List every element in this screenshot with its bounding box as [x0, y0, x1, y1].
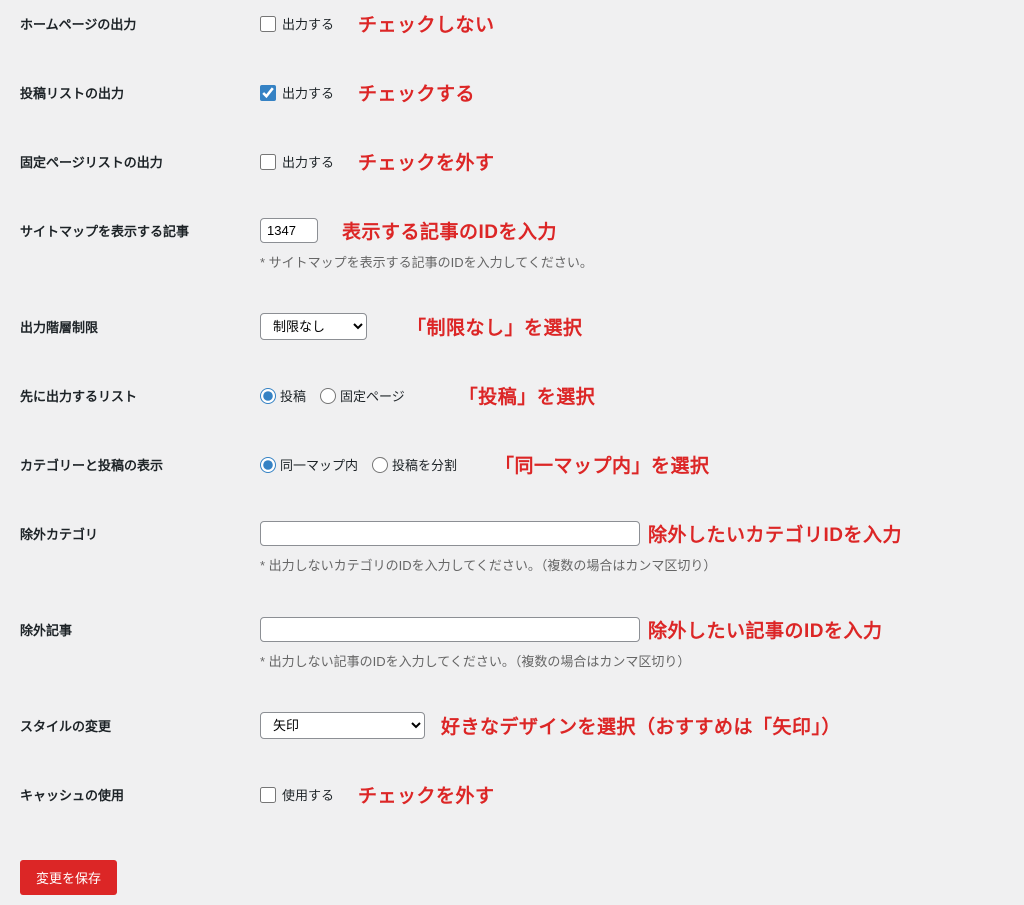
help-exclude-post: * 出力しない記事のIDを入力してください。（複数の場合はカンマ区切り） — [260, 651, 1004, 670]
save-button[interactable]: 変更を保存 — [20, 860, 117, 895]
settings-form: ホームページの出力 出力する チェックしない 投稿リストの出力 出力する チェッ… — [20, 10, 1004, 895]
help-exclude-cat: * 出力しないカテゴリのIDを入力してください。（複数の場合はカンマ区切り） — [260, 555, 1004, 574]
label-cat-post-display: カテゴリーと投稿の表示 — [20, 451, 260, 474]
label-post-list: 投稿リストの出力 — [20, 79, 260, 102]
label-cache: キャッシュの使用 — [20, 781, 260, 804]
radio-wrap-first-post[interactable]: 投稿 — [260, 386, 306, 405]
radio-split-post[interactable] — [372, 457, 388, 473]
select-depth-limit[interactable]: 制限なし — [260, 313, 367, 340]
annotation-style: 好きなデザインを選択（おすすめは「矢印」） — [441, 712, 841, 739]
annotation-sitemap-post: 表示する記事のIDを入力 — [342, 217, 557, 244]
annotation-depth-limit: 「制限なし」を選択 — [407, 313, 583, 340]
label-exclude-post: 除外記事 — [20, 616, 260, 639]
label-depth-limit: 出力階層制限 — [20, 313, 260, 336]
checkbox-homepage[interactable] — [260, 16, 276, 32]
radio-first-page[interactable] — [320, 388, 336, 404]
row-style: スタイルの変更 矢印 好きなデザインを選択（おすすめは「矢印」） — [20, 712, 1004, 739]
annotation-page-list: チェックを外す — [358, 148, 495, 175]
row-post-list: 投稿リストの出力 出力する チェックする — [20, 79, 1004, 106]
input-exclude-cat[interactable] — [260, 521, 640, 546]
checkbox-wrap-homepage[interactable]: 出力する — [260, 14, 334, 33]
row-first-list: 先に出力するリスト 投稿 固定ページ 「投稿」を選択 — [20, 382, 1004, 409]
radio-wrap-same-map[interactable]: 同一マップ内 — [260, 455, 358, 474]
row-page-list: 固定ページリストの出力 出力する チェックを外す — [20, 148, 1004, 175]
checkbox-label-post-list: 出力する — [282, 83, 334, 102]
radio-label-first-post: 投稿 — [280, 386, 306, 405]
label-homepage: ホームページの出力 — [20, 10, 260, 33]
checkbox-page-list[interactable] — [260, 154, 276, 170]
row-exclude-cat: 除外カテゴリ 除外したいカテゴリIDを入力 * 出力しないカテゴリのIDを入力し… — [20, 520, 1004, 574]
radio-first-post[interactable] — [260, 388, 276, 404]
radio-label-first-page: 固定ページ — [340, 386, 405, 405]
radio-label-split-post: 投稿を分割 — [392, 455, 457, 474]
checkbox-label-page-list: 出力する — [282, 152, 334, 171]
select-style[interactable]: 矢印 — [260, 712, 425, 739]
annotation-first-list: 「投稿」を選択 — [459, 382, 596, 409]
label-style: スタイルの変更 — [20, 712, 260, 735]
label-first-list: 先に出力するリスト — [20, 382, 260, 405]
input-sitemap-post-id[interactable] — [260, 218, 318, 243]
radio-wrap-split-post[interactable]: 投稿を分割 — [372, 455, 457, 474]
checkbox-cache[interactable] — [260, 787, 276, 803]
row-sitemap-post: サイトマップを表示する記事 表示する記事のIDを入力 * サイトマップを表示する… — [20, 217, 1004, 271]
label-exclude-cat: 除外カテゴリ — [20, 520, 260, 543]
annotation-homepage: チェックしない — [358, 10, 495, 37]
annotation-cat-post-display: 「同一マップ内」を選択 — [495, 451, 710, 478]
annotation-post-list: チェックする — [358, 79, 475, 106]
checkbox-label-homepage: 出力する — [282, 14, 334, 33]
row-cat-post-display: カテゴリーと投稿の表示 同一マップ内 投稿を分割 「同一マップ内」を選択 — [20, 451, 1004, 478]
row-homepage: ホームページの出力 出力する チェックしない — [20, 10, 1004, 37]
checkbox-post-list[interactable] — [260, 85, 276, 101]
help-sitemap-post: * サイトマップを表示する記事のIDを入力してください。 — [260, 252, 1004, 271]
row-depth-limit: 出力階層制限 制限なし 「制限なし」を選択 — [20, 313, 1004, 340]
annotation-exclude-cat: 除外したいカテゴリIDを入力 — [648, 520, 902, 547]
radio-wrap-first-page[interactable]: 固定ページ — [320, 386, 405, 405]
radio-label-same-map: 同一マップ内 — [280, 455, 358, 474]
annotation-exclude-post: 除外したい記事のIDを入力 — [648, 616, 883, 643]
checkbox-wrap-post-list[interactable]: 出力する — [260, 83, 334, 102]
checkbox-label-cache: 使用する — [282, 785, 334, 804]
input-exclude-post[interactable] — [260, 617, 640, 642]
radio-same-map[interactable] — [260, 457, 276, 473]
checkbox-wrap-cache[interactable]: 使用する — [260, 785, 334, 804]
row-cache: キャッシュの使用 使用する チェックを外す — [20, 781, 1004, 808]
checkbox-wrap-page-list[interactable]: 出力する — [260, 152, 334, 171]
label-page-list: 固定ページリストの出力 — [20, 148, 260, 171]
annotation-cache: チェックを外す — [358, 781, 495, 808]
label-sitemap-post: サイトマップを表示する記事 — [20, 217, 260, 240]
row-exclude-post: 除外記事 除外したい記事のIDを入力 * 出力しない記事のIDを入力してください… — [20, 616, 1004, 670]
